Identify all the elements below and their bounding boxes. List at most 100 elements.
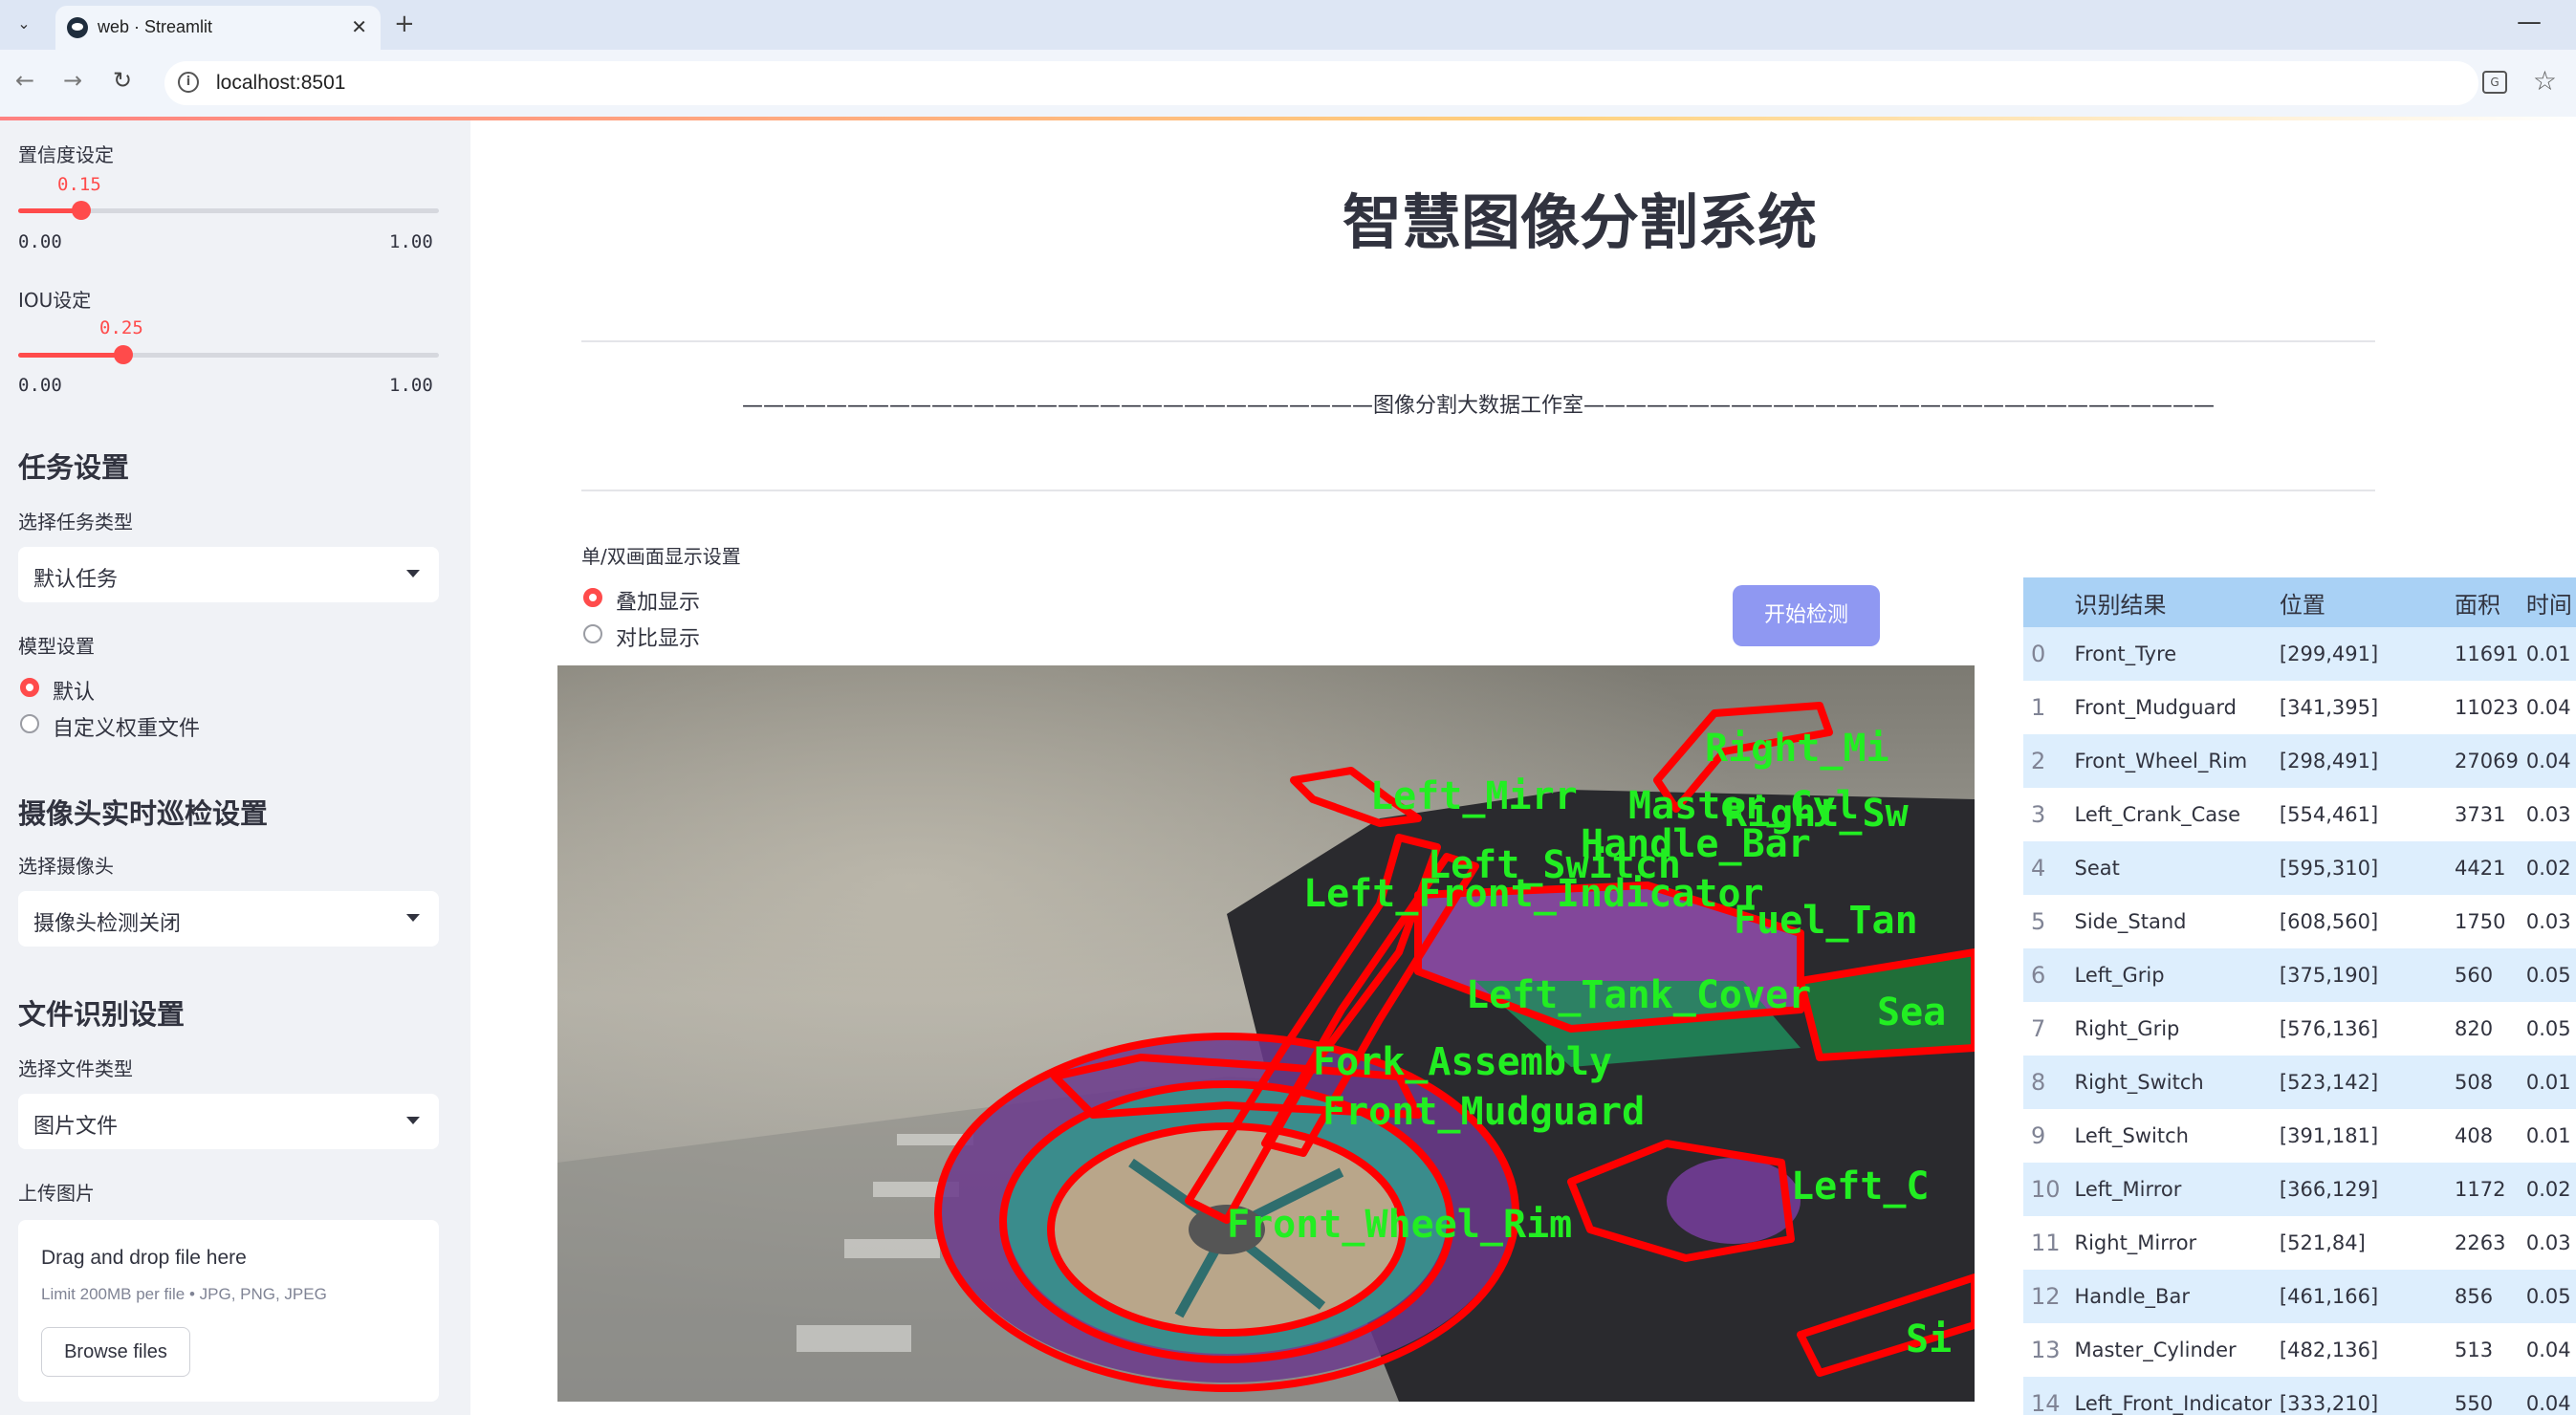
row-area: 856 — [2447, 1270, 2519, 1323]
row-index: 11 — [2023, 1216, 2067, 1270]
table-row[interactable]: 14 Left_Front_Indicator [333,210] 550 0.04 — [2023, 1377, 2576, 1415]
task-type-value: 默认任务 — [33, 568, 119, 592]
overlay-label: Fork_Assembly — [1313, 1040, 1612, 1084]
row-position: [333,210] — [2271, 1377, 2448, 1415]
table-row[interactable]: 0 Front_Tyre [299,491] 11691 0.01 — [2023, 627, 2576, 681]
file-settings-heading: 文件识别设置 — [18, 998, 186, 1031]
studio-banner: ——————————————————————————————图像分割大数据工作室… — [741, 394, 2215, 418]
camera-select[interactable]: 摄像头检测关闭 — [18, 891, 439, 947]
table-row[interactable]: 2 Front_Wheel_Rim [298,491] 27069 0.04 — [2023, 734, 2576, 788]
bookmark-star-icon[interactable]: ☆ — [2533, 65, 2557, 97]
browser-tab[interactable]: web · Streamlit ✕ — [55, 6, 381, 50]
divider — [581, 340, 2375, 342]
minimize-icon[interactable]: — — [2517, 8, 2542, 36]
table-row[interactable]: 13 Master_Cylinder [482,136] 513 0.04 — [2023, 1323, 2576, 1377]
row-index: 8 — [2023, 1056, 2067, 1109]
file-type-label: 选择文件类型 — [18, 1057, 133, 1080]
table-row[interactable]: 6 Left_Grip [375,190] 560 0.05 — [2023, 948, 2576, 1002]
row-area: 4421 — [2447, 841, 2519, 895]
overlay-label: Front_Wheel_Rim — [1227, 1203, 1572, 1247]
row-area: 560 — [2447, 948, 2519, 1002]
task-settings-heading: 任务设置 — [18, 451, 130, 484]
model-settings-label: 模型设置 — [18, 635, 95, 658]
col-header-position[interactable]: 位置 — [2271, 577, 2448, 627]
row-result: Front_Wheel_Rim — [2066, 734, 2272, 788]
row-result: Right_Mirror — [2066, 1216, 2272, 1270]
iou-min: 0.00 — [18, 375, 62, 396]
row-index: 4 — [2023, 841, 2067, 895]
row-index: 3 — [2023, 788, 2067, 841]
row-result: Left_Front_Indicator — [2066, 1377, 2272, 1415]
table-row[interactable]: 12 Handle_Bar [461,166] 856 0.05 — [2023, 1270, 2576, 1323]
table-row[interactable]: 7 Right_Grip [576,136] 820 0.05 — [2023, 1002, 2576, 1056]
row-position: [366,129] — [2271, 1163, 2448, 1216]
table-row[interactable]: 3 Left_Crank_Case [554,461] 3731 0.03 — [2023, 788, 2576, 841]
row-result: Seat — [2066, 841, 2272, 895]
row-position: [375,190] — [2271, 948, 2448, 1002]
forward-arrow-icon[interactable]: → — [63, 67, 82, 94]
radio-selected-icon — [583, 588, 602, 607]
start-detection-button[interactable]: 开始检测 — [1733, 585, 1880, 646]
row-time: 0.01 — [2518, 627, 2576, 681]
file-dropzone[interactable]: Drag and drop file here Limit 200MB per … — [18, 1220, 439, 1402]
radio-selected-icon — [20, 678, 39, 697]
iou-slider[interactable] — [18, 345, 439, 364]
table-row[interactable]: 1 Front_Mudguard [341,395] 11023 0.04 — [2023, 681, 2576, 734]
table-header-row: 识别结果 位置 面积 时间 — [2023, 577, 2576, 627]
col-header-result[interactable]: 识别结果 — [2066, 577, 2272, 627]
new-tab-plus-icon[interactable]: + — [394, 10, 415, 38]
confidence-slider-thumb[interactable] — [72, 201, 91, 220]
row-position: [341,395] — [2271, 681, 2448, 734]
row-result: Front_Mudguard — [2066, 681, 2272, 734]
browse-files-button[interactable]: Browse files — [41, 1327, 190, 1377]
table-row[interactable]: 9 Left_Switch [391,181] 408 0.01 — [2023, 1109, 2576, 1163]
row-position: [554,461] — [2271, 788, 2448, 841]
close-icon[interactable]: ✕ — [351, 15, 367, 38]
upload-label: 上传图片 — [18, 1182, 95, 1205]
sidebar: 置信度设定 0.15 0.00 1.00 IOU设定 0.25 0.00 1.0… — [0, 120, 470, 1415]
row-result: Handle_Bar — [2066, 1270, 2272, 1323]
results-table-body: 0 Front_Tyre [299,491] 11691 0.01 1 Front_Mudg… — [2023, 627, 2576, 1415]
reload-icon[interactable]: ↻ — [113, 67, 132, 94]
row-area: 2263 — [2447, 1216, 2519, 1270]
row-time: 0.01 — [2518, 1056, 2576, 1109]
table-row[interactable]: 11 Right_Mirror [521,84] 2263 0.03 — [2023, 1216, 2576, 1270]
col-header-index — [2023, 577, 2067, 627]
row-result: Left_Switch — [2066, 1109, 2272, 1163]
iou-slider-thumb[interactable] — [114, 345, 133, 364]
col-header-time[interactable]: 时间 — [2518, 577, 2576, 627]
row-area: 1172 — [2447, 1163, 2519, 1216]
row-area: 820 — [2447, 1002, 2519, 1056]
segmentation-overlay-svg: Right_Mi Left_Mirr Master_Cyl Right_Sw H… — [557, 665, 1975, 1402]
site-info-icon[interactable]: i — [178, 72, 199, 93]
iou-max: 1.00 — [389, 375, 433, 396]
mode-option-label: 叠加显示 — [616, 591, 701, 615]
table-row[interactable]: 10 Left_Mirror [366,129] 1172 0.02 — [2023, 1163, 2576, 1216]
overlay-label: Front_Mudguard — [1322, 1090, 1645, 1134]
browser-tab-bar: ⌄ web · Streamlit ✕ + — — [0, 0, 2576, 50]
translate-icon[interactable]: G — [2482, 71, 2507, 94]
model-option-label: 默认 — [53, 681, 96, 705]
row-index: 0 — [2023, 627, 2067, 681]
row-time: 0.04 — [2518, 1377, 2576, 1415]
chevron-down-icon — [406, 570, 420, 577]
confidence-slider[interactable] — [18, 201, 439, 220]
radio-unselected-icon — [20, 714, 39, 733]
table-row[interactable]: 5 Side_Stand [608,560] 1750 0.03 — [2023, 895, 2576, 948]
row-position: [298,491] — [2271, 734, 2448, 788]
row-result: Left_Mirror — [2066, 1163, 2272, 1216]
results-table[interactable]: 识别结果 位置 面积 时间 0 Front_Tyre [299,491] 11691 0… — [2023, 577, 2576, 1415]
task-type-select[interactable]: 默认任务 — [18, 547, 439, 602]
tab-search-chevron-icon[interactable]: ⌄ — [11, 11, 36, 36]
col-header-area[interactable]: 面积 — [2447, 577, 2519, 627]
url-field[interactable]: i localhost:8501 — [164, 61, 2478, 105]
row-position: [523,142] — [2271, 1056, 2448, 1109]
row-time: 0.05 — [2518, 948, 2576, 1002]
file-type-select[interactable]: 图片文件 — [18, 1094, 439, 1149]
table-row[interactable]: 4 Seat [595,310] 4421 0.02 — [2023, 841, 2576, 895]
row-time: 0.03 — [2518, 895, 2576, 948]
table-row[interactable]: 8 Right_Switch [523,142] 508 0.01 — [2023, 1056, 2576, 1109]
row-area: 550 — [2447, 1377, 2519, 1415]
overlay-label: Left_Tank_Cover — [1466, 973, 1811, 1017]
back-arrow-icon[interactable]: ← — [15, 67, 34, 94]
